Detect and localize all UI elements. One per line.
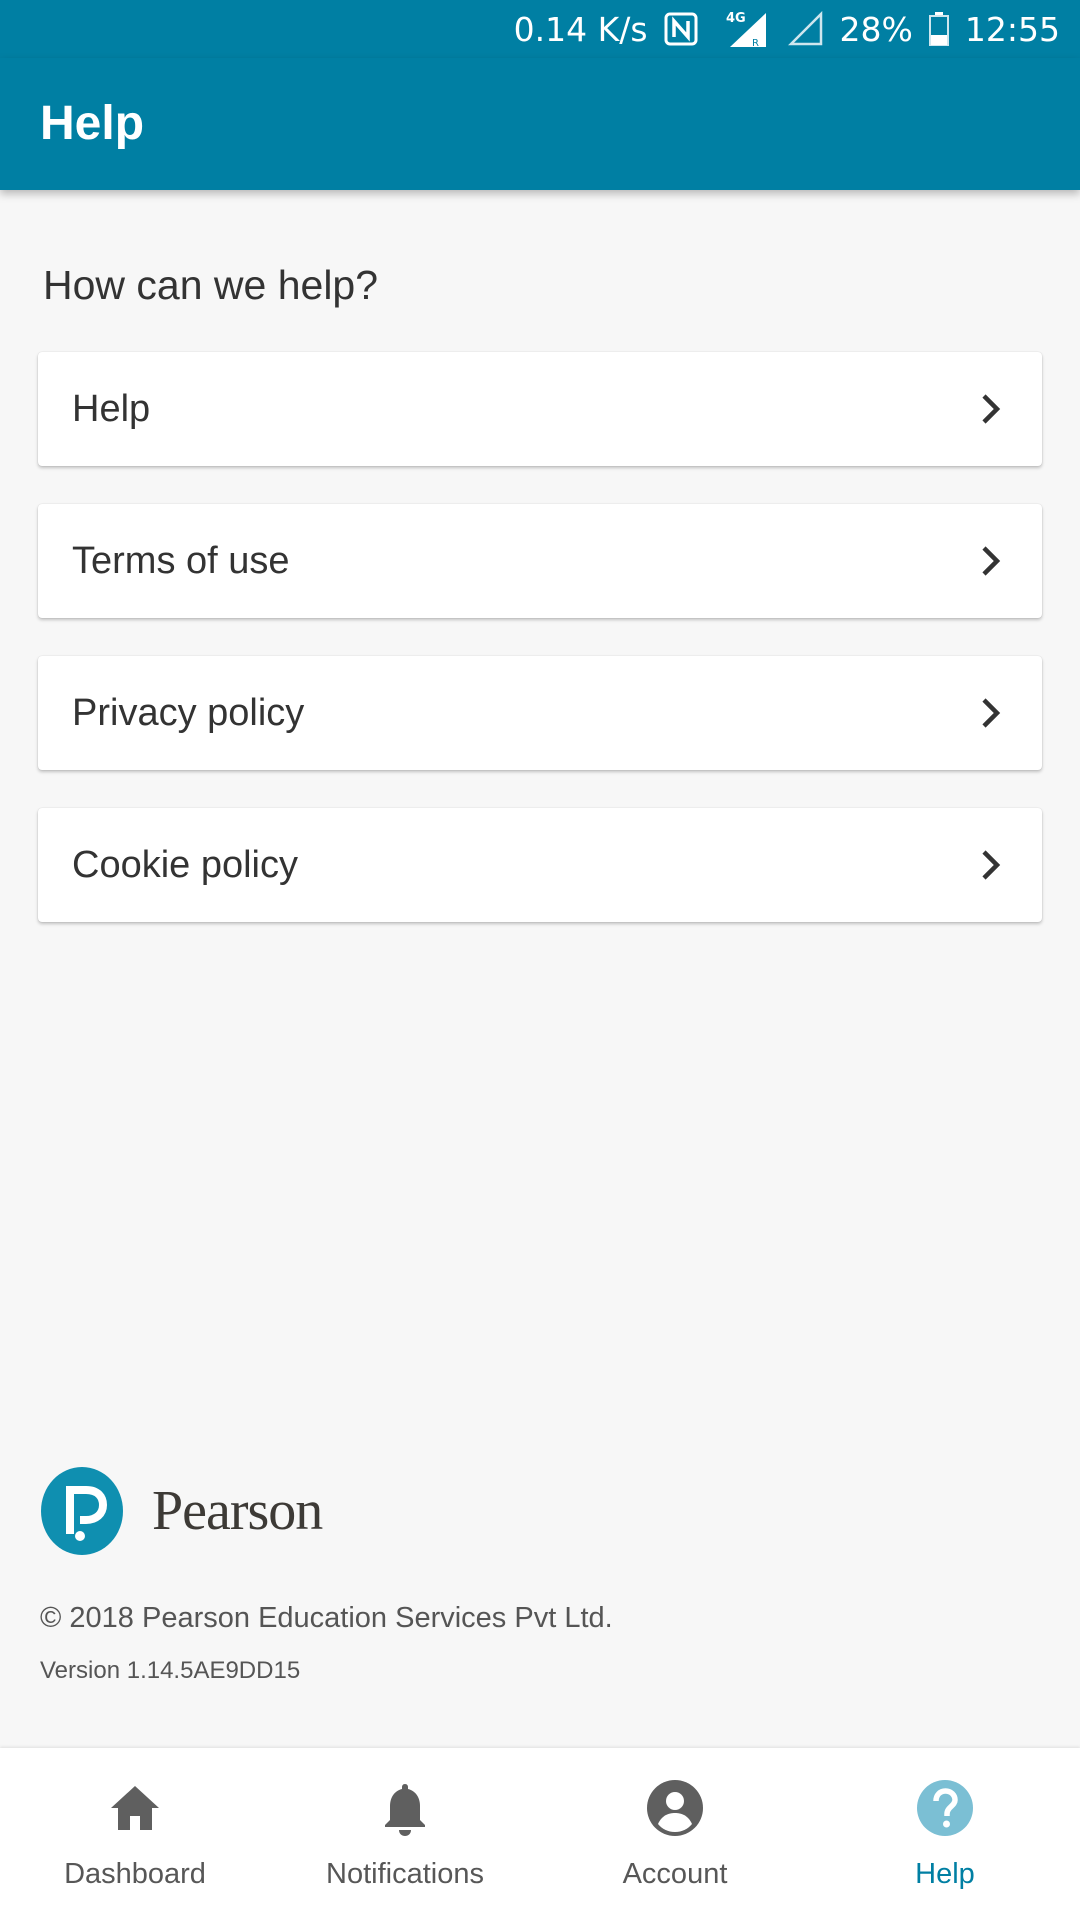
menu-item-label: Help xyxy=(72,387,151,430)
signal-empty-icon xyxy=(787,11,824,47)
nfc-icon xyxy=(664,12,698,46)
menu-item-label: Privacy policy xyxy=(72,691,305,734)
nav-label: Notifications xyxy=(326,1858,484,1890)
nav-notifications[interactable]: Notifications xyxy=(270,1748,540,1920)
nav-label: Dashboard xyxy=(64,1858,206,1890)
chevron-right-icon xyxy=(978,543,1004,579)
network-speed: 0.14 K/s xyxy=(513,9,648,49)
chevron-right-icon xyxy=(978,695,1004,731)
menu-item-terms-of-use[interactable]: Terms of use xyxy=(38,504,1042,618)
chevron-right-icon xyxy=(978,391,1004,427)
nav-dashboard[interactable]: Dashboard xyxy=(0,1748,270,1920)
page-title: Help xyxy=(40,97,145,150)
version-text: Version 1.14.5AE9DD15 xyxy=(40,1657,301,1684)
battery-percent: 28% xyxy=(839,9,913,49)
clock: 12:55 xyxy=(964,9,1060,49)
menu-item-label: Cookie policy xyxy=(72,843,298,886)
menu-item-help[interactable]: Help xyxy=(38,352,1042,466)
help-screen: 0.14 K/s 4G R 28% 12:55 Help How can we … xyxy=(0,0,1080,1920)
pearson-logo-icon xyxy=(40,1466,124,1556)
nav-label: Help xyxy=(915,1858,975,1890)
section-heading: How can we help? xyxy=(43,262,379,308)
svg-text:R: R xyxy=(752,38,759,49)
account-icon xyxy=(645,1778,705,1838)
bell-icon xyxy=(375,1778,435,1838)
menu-item-cookie-policy[interactable]: Cookie policy xyxy=(38,808,1042,922)
chevron-right-icon xyxy=(978,847,1004,883)
nav-label: Account xyxy=(622,1858,728,1890)
brand-name: Pearson xyxy=(152,1480,323,1542)
app-bar: Help xyxy=(0,58,1080,190)
bottom-navigation: Dashboard Notifications Account Help xyxy=(0,1748,1080,1920)
network-type: 4G xyxy=(726,11,746,26)
cellular-signal-icon: 4G R xyxy=(714,9,772,49)
pearson-brand: Pearson xyxy=(40,1466,323,1556)
home-icon xyxy=(105,1778,165,1838)
help-menu-list: Help Terms of use Privacy policy Cookie … xyxy=(38,352,1042,960)
help-icon xyxy=(915,1778,975,1838)
status-bar: 0.14 K/s 4G R 28% 12:55 xyxy=(0,0,1080,58)
menu-item-privacy-policy[interactable]: Privacy policy xyxy=(38,656,1042,770)
copyright-text: © 2018 Pearson Education Services Pvt Lt… xyxy=(40,1602,613,1634)
nav-account[interactable]: Account xyxy=(540,1748,810,1920)
nav-help[interactable]: Help xyxy=(810,1748,1080,1920)
battery-icon xyxy=(928,12,949,46)
menu-item-label: Terms of use xyxy=(72,539,290,582)
